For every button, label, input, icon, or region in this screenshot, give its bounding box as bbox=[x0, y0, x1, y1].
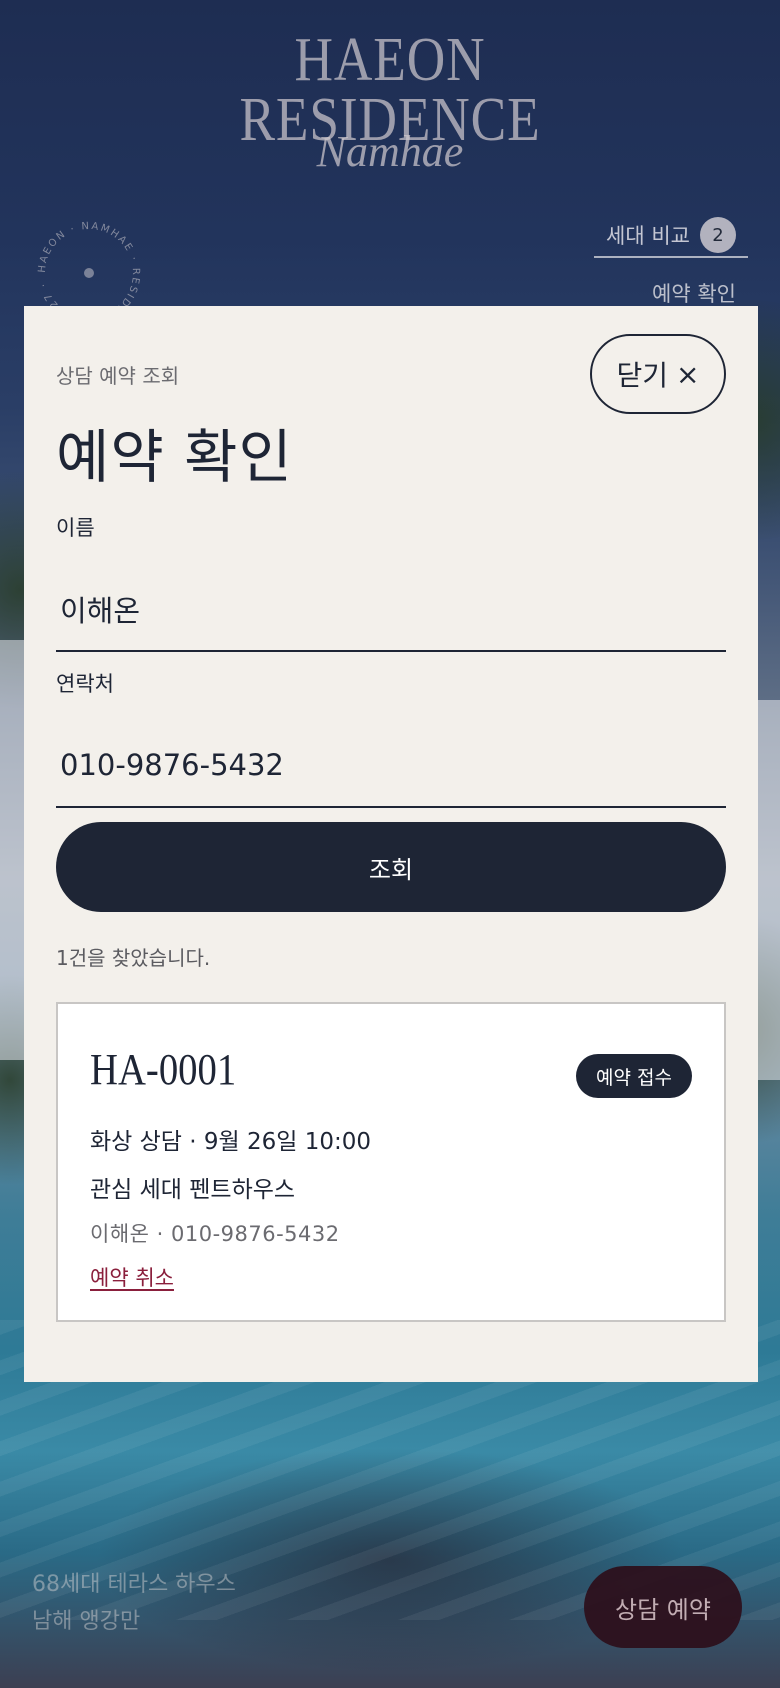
reservation-card: HA-0001 예약 접수 화상 상담 · 9월 26일 10:00 관심 세대… bbox=[56, 1002, 726, 1322]
phone-label: 연락처 bbox=[56, 672, 114, 696]
phone-input[interactable] bbox=[56, 724, 726, 808]
compare-label: 세대 비교 bbox=[606, 224, 690, 248]
cancel-reservation-link[interactable]: 예약 취소 bbox=[90, 1262, 174, 1292]
modal-eyebrow: 상담 예약 조회 bbox=[56, 364, 180, 388]
modal-title: 예약 확인 bbox=[56, 423, 293, 491]
name-label: 이름 bbox=[56, 516, 95, 540]
reservation-lookup-modal: 상담 예약 조회 닫기 × 예약 확인 이름 연락처 조회 1건을 찾았습니다.… bbox=[24, 306, 758, 1382]
consult-reserve-button[interactable]: 상담 예약 bbox=[584, 1566, 742, 1648]
brand-line2: RESIDENCE bbox=[239, 86, 541, 154]
status-badge: 예약 접수 bbox=[576, 1054, 692, 1098]
compare-count-badge: 2 bbox=[699, 217, 736, 253]
footer-line2: 남해 앵강만 bbox=[32, 1609, 141, 1634]
reservation-contact: 이해온 · 010-9876-5432 bbox=[90, 1222, 340, 1246]
close-button[interactable]: 닫기 × bbox=[590, 334, 726, 414]
compare-nav-item[interactable]: 세대 비교 2 bbox=[594, 214, 748, 258]
reservation-code: HA-0001 bbox=[90, 1045, 237, 1094]
reservation-unit: 관심 세대 펜트하우스 bbox=[90, 1177, 296, 1203]
close-label: 닫기 bbox=[616, 359, 669, 392]
result-count: 1건을 찾았습니다. bbox=[56, 946, 211, 970]
brand-line1: HAEON bbox=[294, 26, 486, 94]
reserve-check-nav-item[interactable]: 예약 확인 bbox=[652, 278, 736, 308]
lookup-submit-button[interactable]: 조회 bbox=[56, 822, 726, 912]
name-input[interactable] bbox=[56, 568, 726, 652]
footer-line1: 68세대 테라스 하우스 bbox=[32, 1572, 236, 1597]
reservation-schedule: 화상 상담 · 9월 26일 10:00 bbox=[90, 1129, 372, 1155]
footer-tagline: 68세대 테라스 하우스 남해 앵강만 bbox=[32, 1566, 236, 1640]
close-icon: × bbox=[676, 357, 700, 391]
brand-logo: HAEON RESIDENCE Namhae bbox=[0, 26, 780, 174]
